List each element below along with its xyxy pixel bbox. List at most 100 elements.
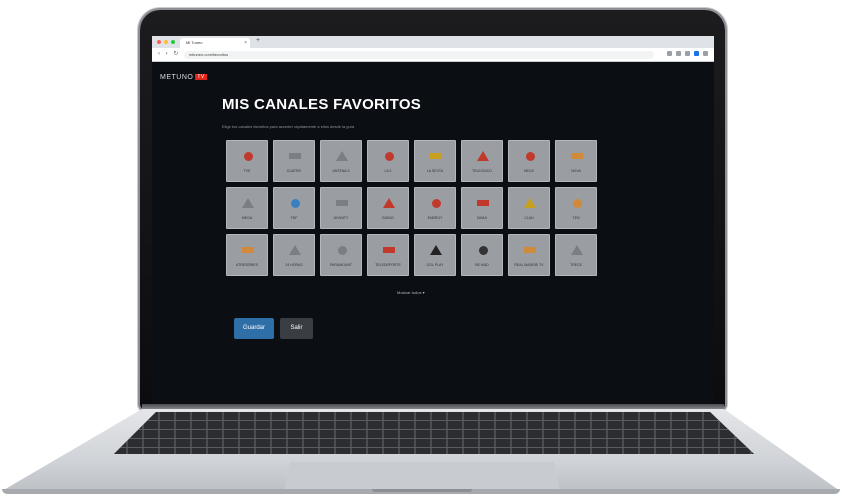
profile-icon[interactable]: [694, 51, 699, 56]
nova-icon: [570, 149, 584, 163]
channel-tile[interactable]: NEOX: [508, 140, 550, 182]
page-subtitle: Elige tus canales favoritos para acceder…: [222, 124, 355, 129]
person-icon: [241, 149, 255, 163]
browser-tab[interactable]: Mi Tuneo ×: [180, 38, 250, 48]
channel-tile[interactable]: REAL MADRID TV: [508, 234, 550, 276]
extension-icon[interactable]: [685, 51, 690, 56]
channel-tile[interactable]: DMAX: [461, 187, 503, 229]
channel-label: TEN: [572, 216, 580, 220]
save-button[interactable]: Guardar: [234, 318, 274, 339]
channel-label: ANTENA 3: [332, 169, 350, 173]
url-field[interactable]: mituneo.com/favoritos: [184, 51, 654, 59]
channel-label: 24 HORAS: [285, 263, 303, 267]
tab-close-icon[interactable]: ×: [244, 38, 247, 48]
antena3-icon: [335, 149, 349, 163]
bemad-icon: [476, 243, 490, 257]
channel-tile[interactable]: ANTENA 3: [320, 140, 362, 182]
channel-label: GOL PLAY: [426, 263, 444, 267]
channel-tile[interactable]: TEN: [555, 187, 597, 229]
divinity-icon: [335, 196, 349, 210]
address-bar: ‹ › ↻ mituneo.com/favoritos: [152, 48, 714, 62]
channel-label: CUATRO: [286, 169, 302, 173]
paramount-icon: [335, 243, 349, 257]
channel-tile[interactable]: LA 2: [367, 140, 409, 182]
site-logo[interactable]: METUNO TV: [160, 74, 207, 81]
channel-tile[interactable]: LA SEXTA: [414, 140, 456, 182]
channel-label: NEOX: [524, 169, 534, 173]
channel-tile[interactable]: DIVINITY: [320, 187, 362, 229]
laptop-notch: [372, 489, 472, 492]
trackpad: [284, 462, 560, 490]
channel-tile[interactable]: TELECINCO: [461, 140, 503, 182]
channel-tile[interactable]: FDF: [273, 187, 315, 229]
channel-tile[interactable]: NOVA: [555, 140, 597, 182]
realmadrid-icon: [523, 243, 537, 257]
channel-tile[interactable]: CLAN: [508, 187, 550, 229]
extension-icon[interactable]: [667, 51, 672, 56]
logo-text: METUNO: [160, 74, 194, 81]
channel-tile[interactable]: MEGA: [226, 187, 268, 229]
mega-icon: [241, 196, 255, 210]
window-controls: [157, 40, 175, 44]
channel-label: LA 2: [384, 169, 392, 173]
channel-label: LA SEXTA: [426, 169, 444, 173]
fdf-icon: [288, 196, 302, 210]
channel-tile[interactable]: GOL PLAY: [414, 234, 456, 276]
exit-button[interactable]: Salir: [280, 318, 313, 339]
browser-chrome: Mi Tuneo × + ‹ › ↻ mituneo.com/favoritos: [152, 36, 714, 62]
boing-icon: [382, 196, 396, 210]
lasexta-icon: [429, 149, 443, 163]
channel-label: DMAX: [476, 216, 488, 220]
close-window-icon[interactable]: [157, 40, 161, 44]
extension-icons: [667, 51, 708, 56]
trece-icon: [570, 243, 584, 257]
channel-label: MEGA: [241, 216, 253, 220]
logo-badge: TV: [195, 74, 207, 80]
extension-icon[interactable]: [676, 51, 681, 56]
menu-icon[interactable]: [703, 51, 708, 56]
channel-label: TELECINCO: [471, 169, 493, 173]
teledeporte-icon: [382, 243, 396, 257]
ten-icon: [570, 196, 584, 210]
minimize-window-icon[interactable]: [164, 40, 168, 44]
new-tab-button[interactable]: +: [256, 37, 260, 44]
maximize-window-icon[interactable]: [171, 40, 175, 44]
channel-label: BOING: [382, 216, 394, 220]
browser-tab-bar: Mi Tuneo × +: [152, 36, 714, 48]
channel-tile[interactable]: TVE: [226, 140, 268, 182]
energy-icon: [429, 196, 443, 210]
channel-tile[interactable]: 24 HORAS: [273, 234, 315, 276]
channel-tile[interactable]: TRECE: [555, 234, 597, 276]
tab-title: Mi Tuneo: [186, 40, 203, 45]
channel-label: ENERGY: [427, 216, 443, 220]
channel-label: ATRESERIES: [236, 263, 258, 267]
channel-tile[interactable]: ATRESERIES: [226, 234, 268, 276]
neox-icon: [523, 149, 537, 163]
clan-icon: [523, 196, 537, 210]
channel-tile[interactable]: CUATRO: [273, 140, 315, 182]
atreseries-icon: [241, 243, 255, 257]
check-icon: [382, 149, 396, 163]
24h-icon: [288, 243, 302, 257]
navigation-buttons[interactable]: ‹ › ↻: [158, 50, 180, 57]
channel-label: REAL MADRID TV: [514, 263, 544, 267]
channel-grid: TVE CUATRO ANTENA 3 LA 2 LA SEXTA TELECINCO NE…: [226, 140, 597, 276]
channel-tile[interactable]: PARAMOUNT: [320, 234, 362, 276]
channel-label: FDF: [290, 216, 298, 220]
channel-label: NOVA: [571, 169, 581, 173]
telecinco-icon: [476, 149, 490, 163]
dmax-icon: [476, 196, 490, 210]
channel-tile[interactable]: BOING: [367, 187, 409, 229]
channel-label: TRECE: [570, 263, 582, 267]
channel-label: BE MAD: [475, 263, 489, 267]
channel-tile[interactable]: TELEDEPORTE: [367, 234, 409, 276]
channel-label: TELEDEPORTE: [375, 263, 401, 267]
channel-label: PARAMOUNT: [329, 263, 353, 267]
show-more-link[interactable]: Mostrar todos ▾: [397, 290, 425, 295]
channel-tile[interactable]: ENERGY: [414, 187, 456, 229]
cuatro-icon: [288, 149, 302, 163]
channel-tile[interactable]: BE MAD: [461, 234, 503, 276]
laptop-screen: Mi Tuneo × + ‹ › ↻ mituneo.com/favoritos…: [152, 36, 714, 404]
channel-label: CLAN: [524, 216, 534, 220]
channel-label: DIVINITY: [333, 216, 349, 220]
